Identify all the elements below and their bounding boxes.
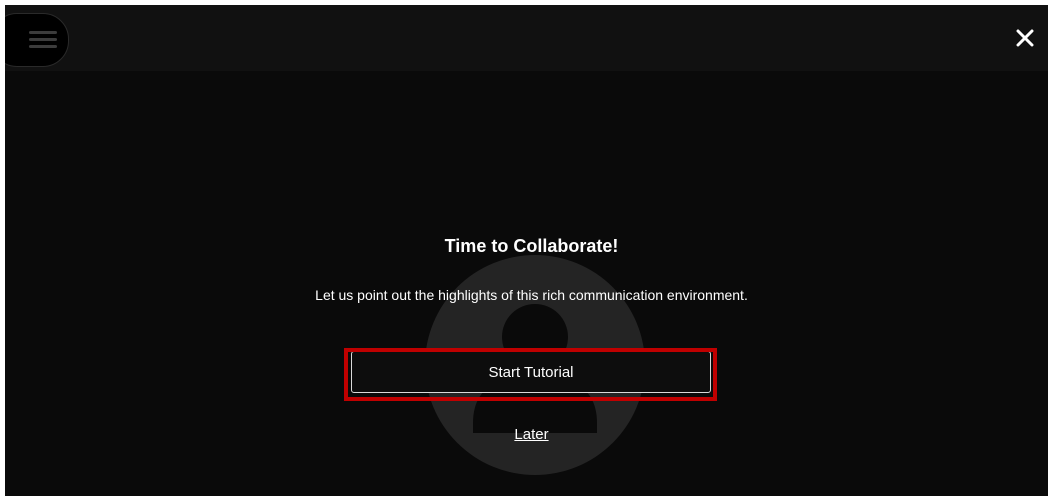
dialog-title: Time to Collaborate! — [444, 236, 619, 256]
dialog-subtitle: Let us point out the highlights of this … — [315, 287, 748, 303]
collaborate-overlay: Time to Collaborate! Let us point out th… — [5, 5, 1048, 496]
screen-frame: Time to Collaborate! Let us point out th… — [0, 0, 1048, 496]
dialog-content: Time to Collaborate! Let us point out th… — [5, 5, 1048, 496]
later-link[interactable]: Later — [5, 426, 1048, 443]
start-tutorial-button[interactable]: Start Tutorial — [351, 351, 711, 393]
